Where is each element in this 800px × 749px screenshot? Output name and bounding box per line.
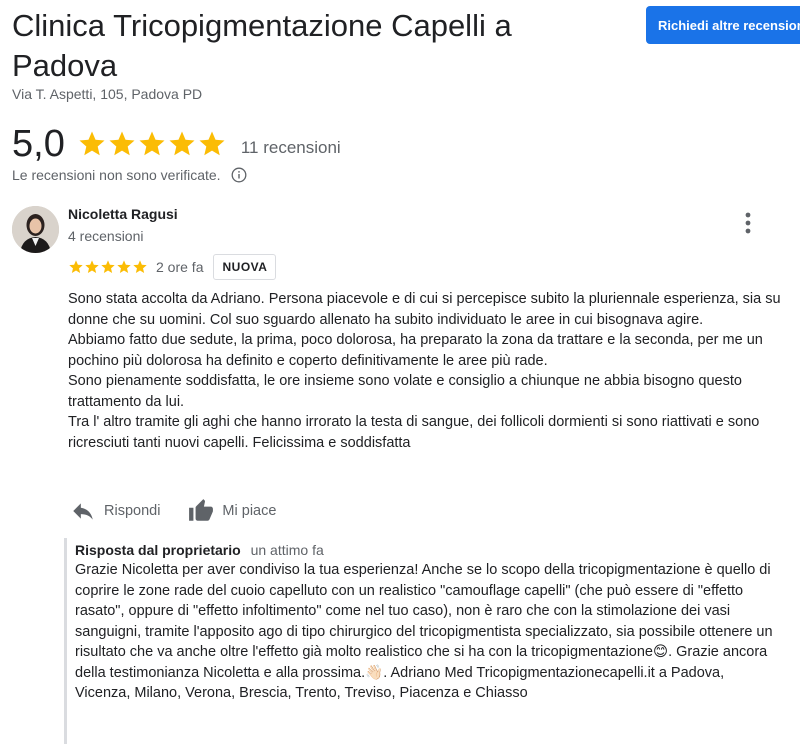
thumbs-up-icon	[189, 499, 214, 521]
business-title: Clinica Tricopigmentazione Capelli a Pad…	[12, 8, 512, 83]
star-icon	[133, 260, 147, 273]
star-icon	[85, 260, 99, 273]
review-time: 2 ore fa	[156, 259, 204, 275]
owner-reply-text: Grazie Nicoletta per aver condiviso la t…	[75, 562, 773, 701]
unverified-note: Le recensioni non sono verificate.	[12, 167, 247, 183]
star-icon	[109, 131, 135, 156]
star-icon	[101, 260, 115, 273]
reviewer-review-count: 4 recensioni	[68, 228, 144, 244]
reply-button[interactable]: Rispondi	[70, 498, 160, 524]
reply-label: Rispondi	[104, 503, 161, 519]
owner-reply-time: un attimo fa	[250, 542, 324, 558]
like-label: Mi piace	[222, 503, 277, 519]
review-count-link[interactable]: 11 recensioni	[241, 138, 341, 158]
more-options-icon[interactable]	[740, 210, 756, 236]
owner-reply-label: Risposta dal proprietario	[75, 542, 241, 558]
average-rating: 5,0	[12, 122, 65, 165]
rating-summary: 5,0 11 recensioni	[12, 122, 341, 166]
star-icon	[117, 260, 131, 273]
rating-stars	[77, 129, 227, 159]
review-stars	[68, 258, 148, 276]
star-icon	[139, 131, 165, 156]
star-icon	[79, 131, 105, 156]
star-icon	[199, 131, 225, 156]
unverified-text: Le recensioni non sono verificate.	[12, 167, 221, 183]
new-badge: NUOVA	[213, 254, 277, 280]
review-rating-row: 2 ore fa NUOVA	[68, 254, 277, 280]
request-reviews-button[interactable]: Richiedi altre recensioni	[646, 6, 800, 44]
info-icon[interactable]	[231, 167, 247, 183]
star-icon	[69, 260, 83, 273]
business-address: Via T. Aspetti, 105, Padova PD	[12, 86, 203, 102]
reviewer-name[interactable]: Nicoletta Ragusi	[68, 206, 178, 222]
review-actions: Rispondi Mi piace	[70, 496, 304, 526]
owner-reply: Risposta dal proprietario un attimo fa G…	[64, 538, 792, 744]
review-text: Sono stata accolta da Adriano. Persona p…	[68, 291, 781, 451]
owner-reply-header: Risposta dal proprietario un attimo fa	[75, 542, 792, 558]
like-button[interactable]: Mi piace	[188, 498, 276, 524]
star-icon	[169, 131, 195, 156]
reply-icon	[73, 503, 93, 520]
reviewer-avatar[interactable]	[12, 206, 59, 253]
